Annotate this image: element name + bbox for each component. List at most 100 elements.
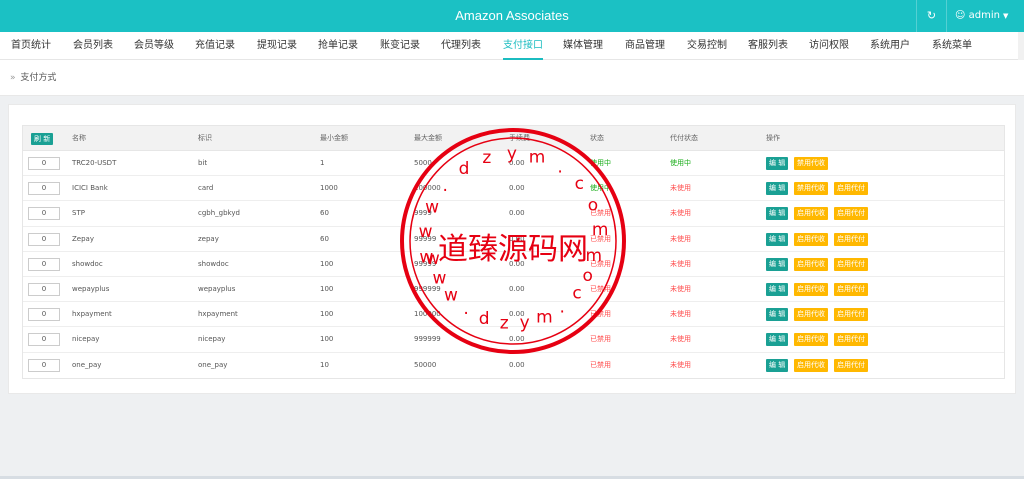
edit-button[interactable]: 编 辑: [766, 157, 789, 170]
nav-item[interactable]: 抢单记录: [318, 32, 358, 60]
nav-item[interactable]: 充值记录: [195, 32, 235, 60]
nav-item[interactable]: 提现记录: [257, 32, 297, 60]
refresh-icon[interactable]: ↻: [916, 0, 946, 32]
action-button[interactable]: 启用代收: [794, 232, 828, 246]
column-header: 手续费: [509, 134, 530, 142]
nav-item[interactable]: 交易控制: [687, 32, 727, 60]
cell-min: 10: [320, 360, 329, 369]
cell-payout: 未使用: [670, 310, 691, 319]
edit-button[interactable]: 编 辑: [766, 182, 789, 196]
nav-item[interactable]: 系统用户: [870, 32, 910, 60]
cell-code: one_pay: [198, 360, 228, 369]
edit-button[interactable]: 编 辑: [766, 257, 789, 271]
cell-max: 99999: [414, 259, 437, 268]
cell-status: 已禁用: [590, 234, 611, 243]
action-button[interactable]: 禁用代收: [794, 182, 828, 196]
cell-payout: 未使用: [670, 284, 691, 293]
cell-status: 已禁用: [590, 259, 611, 268]
sort-input[interactable]: 0: [28, 182, 60, 196]
nav-item[interactable]: 支付接口: [503, 32, 543, 60]
action-button[interactable]: 启用代付: [834, 257, 868, 271]
cell-status: 已禁用: [590, 335, 611, 344]
edit-button[interactable]: 编 辑: [766, 232, 789, 246]
cell-name: Zepay: [72, 234, 94, 243]
cell-fee: 0.00: [509, 159, 525, 167]
sort-input[interactable]: 0: [28, 157, 60, 170]
cell-status: 已禁用: [590, 360, 611, 369]
edit-button[interactable]: 编 辑: [766, 333, 789, 347]
nav-item[interactable]: 会员列表: [73, 32, 113, 60]
action-button[interactable]: 启用代付: [834, 333, 868, 347]
sort-input[interactable]: 0: [28, 333, 60, 347]
nav-item[interactable]: 账变记录: [380, 32, 420, 60]
action-button[interactable]: 启用代收: [794, 207, 828, 221]
action-button[interactable]: 启用代收: [794, 333, 828, 347]
edit-button[interactable]: 编 辑: [766, 207, 789, 221]
edit-button[interactable]: 编 辑: [766, 308, 789, 322]
cell-code: showdoc: [198, 259, 229, 268]
sort-input[interactable]: 0: [28, 358, 60, 372]
action-button[interactable]: 启用代收: [794, 257, 828, 271]
table-row: 0 TRC20-USDT bit 1 5000 0.00 使用中 使用中 编 辑禁用代收: [23, 151, 1004, 177]
table-row: 0 ICICI Bank card 1000 100000 0.00 使用中 未使用 编 辑禁用…: [23, 176, 1004, 202]
breadcrumb-separator: »: [10, 73, 16, 83]
action-button[interactable]: 禁用代收: [794, 157, 828, 170]
sort-input[interactable]: 0: [28, 232, 60, 246]
top-bar: Amazon Associates ↻ ☺ admin ▼: [0, 0, 1024, 32]
edit-button[interactable]: 编 辑: [766, 282, 789, 296]
nav-item[interactable]: 访问权限: [809, 32, 849, 60]
cell-fee: 0.00: [509, 284, 525, 293]
cell-payout: 未使用: [670, 209, 691, 218]
sort-input[interactable]: 0: [28, 257, 60, 271]
action-button[interactable]: 启用代收: [794, 282, 828, 296]
cell-fee: 0.00: [509, 184, 525, 193]
nav-item[interactable]: 系统菜单: [932, 32, 972, 60]
cell-payout: 未使用: [670, 335, 691, 344]
cell-max: 9999: [414, 209, 432, 218]
action-button[interactable]: 启用代付: [834, 308, 868, 322]
column-header: 代付状态: [670, 134, 698, 142]
column-header: 操作: [766, 134, 780, 142]
edit-button[interactable]: 编 辑: [766, 358, 789, 372]
nav-item[interactable]: 客服列表: [748, 32, 788, 60]
action-button[interactable]: 启用代付: [834, 282, 868, 296]
sort-input[interactable]: 0: [28, 308, 60, 322]
user-menu[interactable]: ☺ admin ▼: [946, 0, 1024, 32]
cell-code: nicepay: [198, 335, 226, 344]
nav-item[interactable]: 媒体管理: [563, 32, 603, 60]
cell-payout: 未使用: [670, 259, 691, 268]
cell-status: 已禁用: [590, 284, 611, 293]
payment-table: 刷 新 名称 标识 最小金额 最大金额 手续费 状态 代付状态 操作 0 TRC20-USDT b…: [22, 125, 1005, 379]
cell-name: ICICI Bank: [72, 184, 108, 193]
column-header: 最小金额: [320, 134, 348, 142]
nav-item[interactable]: 会员等级: [134, 32, 174, 60]
cell-min: 100: [320, 259, 334, 268]
table-refresh-button[interactable]: 刷 新: [31, 133, 54, 145]
sort-input[interactable]: 0: [28, 207, 60, 221]
table-row: 0 STP cgbh_gbkyd 60 9999 0.00 已禁用 未使用 编 辑启用代收 启用代…: [23, 201, 1004, 227]
sort-input[interactable]: 0: [28, 282, 60, 296]
cell-fee: 0.00: [509, 259, 525, 268]
action-button[interactable]: 启用代收: [794, 308, 828, 322]
table-row: 0 wepayplus wepayplus 100 999999 0.00 已禁用 未使用 编 …: [23, 277, 1004, 303]
column-header: 最大金额: [414, 134, 442, 142]
action-button[interactable]: 启用代付: [834, 182, 868, 196]
column-header: 标识: [198, 134, 212, 142]
nav-item[interactable]: 商品管理: [625, 32, 665, 60]
action-button[interactable]: 启用代付: [834, 358, 868, 372]
action-button[interactable]: 启用代付: [834, 207, 868, 221]
cell-min: 100: [320, 335, 334, 344]
cell-code: card: [198, 184, 214, 193]
nav-item[interactable]: 代理列表: [441, 32, 481, 60]
cell-payout: 未使用: [670, 184, 691, 193]
nav-scrollbar[interactable]: [1018, 32, 1024, 60]
cell-fee: 0.00: [509, 310, 525, 319]
nav-item[interactable]: 首页统计: [11, 32, 51, 60]
cell-status: 已禁用: [590, 209, 611, 218]
action-button[interactable]: 启用代收: [794, 358, 828, 372]
cell-payout: 未使用: [670, 360, 691, 369]
cell-max: 100000: [414, 184, 441, 193]
cell-fee: 0.00: [509, 335, 525, 344]
cell-name: wepayplus: [72, 284, 110, 293]
action-button[interactable]: 启用代付: [834, 232, 868, 246]
